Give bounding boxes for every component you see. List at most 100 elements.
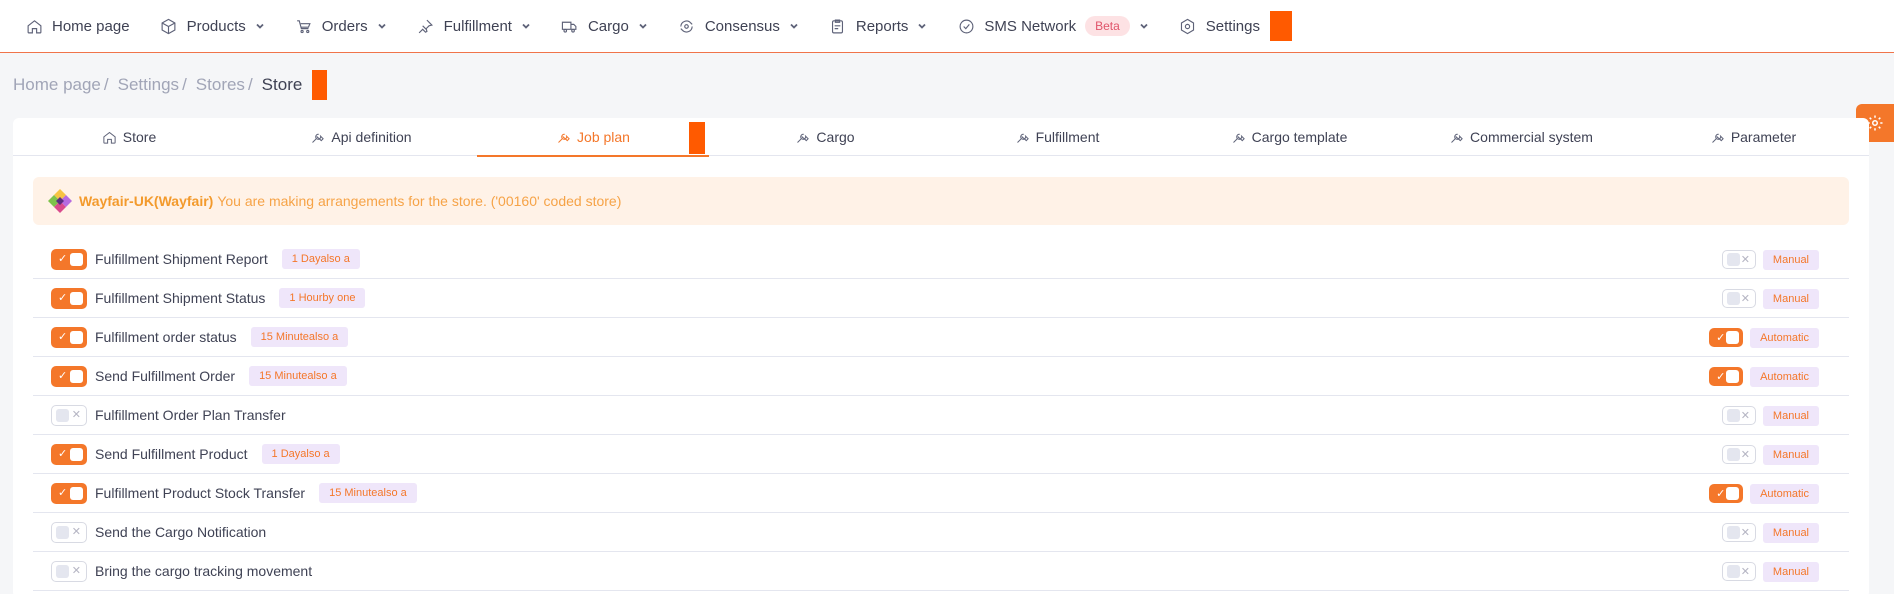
nav-item-orders[interactable]: Orders bbox=[295, 0, 387, 53]
job-mode-group: ✕ Manual bbox=[1721, 279, 1819, 318]
job-auto-toggle[interactable]: ✕ bbox=[1721, 406, 1756, 425]
job-name: Send the Cargo Notification bbox=[95, 524, 267, 540]
tab-api-definition[interactable]: Api definition bbox=[245, 118, 477, 156]
top-navigation: Home page Products Orders Fulfillment Cargo C… bbox=[0, 0, 1894, 53]
job-row: ✕ Send the Cargo Notification ✕ Manual bbox=[33, 513, 1849, 552]
wrench-icon bbox=[556, 130, 571, 145]
job-name: Send Fulfillment Order bbox=[95, 368, 236, 384]
tab-cargo-template[interactable]: Cargo template bbox=[1173, 118, 1405, 156]
breadcrumb-link[interactable]: Settings bbox=[118, 75, 179, 95]
tab-job-plan[interactable]: Job plan bbox=[477, 118, 709, 157]
redacted-block bbox=[1269, 11, 1292, 41]
clipboard-icon bbox=[829, 17, 847, 35]
x-icon: ✕ bbox=[1740, 410, 1750, 422]
job-name: Fulfillment Shipment Status bbox=[95, 290, 266, 306]
chevron-down-icon bbox=[789, 21, 799, 31]
check-icon: ✓ bbox=[58, 369, 68, 382]
job-frequency-badge: 1 Dayalso a bbox=[261, 444, 340, 464]
job-auto-toggle[interactable]: ✓ bbox=[1709, 367, 1744, 386]
job-enabled-toggle[interactable]: ✓ bbox=[51, 287, 87, 309]
job-enabled-toggle[interactable]: ✓ bbox=[51, 365, 87, 387]
tab-cargo[interactable]: Cargo bbox=[709, 118, 941, 156]
job-auto-toggle[interactable]: ✕ bbox=[1721, 250, 1756, 269]
nav-item-products[interactable]: Products bbox=[160, 0, 265, 53]
job-enabled-toggle[interactable]: ✕ bbox=[51, 560, 87, 582]
job-auto-toggle[interactable]: ✕ bbox=[1721, 289, 1756, 308]
job-auto-toggle[interactable]: ✕ bbox=[1721, 445, 1756, 464]
x-icon: ✕ bbox=[1740, 566, 1750, 578]
check-icon: ✓ bbox=[58, 486, 68, 499]
job-enabled-toggle[interactable]: ✓ bbox=[51, 326, 87, 348]
job-mode-badge: Automatic bbox=[1750, 483, 1819, 504]
nav-item-settings[interactable]: Settings bbox=[1179, 0, 1260, 53]
job-mode-group: ✓ Automatic bbox=[1709, 318, 1819, 357]
toggle-knob bbox=[56, 408, 69, 422]
x-icon: ✕ bbox=[1740, 449, 1750, 461]
job-enabled-toggle[interactable]: ✓ bbox=[51, 482, 87, 504]
job-name: Fulfillment Product Stock Transfer bbox=[95, 485, 306, 501]
job-enabled-toggle[interactable]: ✕ bbox=[51, 404, 87, 426]
toggle-knob bbox=[70, 252, 83, 266]
job-auto-toggle[interactable]: ✓ bbox=[1709, 484, 1744, 503]
tab-label: Parameter bbox=[1730, 129, 1797, 145]
job-frequency-badge: 15 Minutealso a bbox=[249, 366, 347, 386]
nav-item-fulfillment[interactable]: Fulfillment bbox=[417, 0, 531, 53]
tab-commercial-system[interactable]: Commercial system bbox=[1405, 118, 1637, 156]
job-name: Fulfillment Order Plan Transfer bbox=[95, 407, 286, 423]
box-icon bbox=[160, 17, 178, 35]
alert-store-name: Wayfair-UK(Wayfair) bbox=[79, 193, 214, 209]
nav-item-home-page[interactable]: Home page bbox=[25, 0, 130, 53]
job-row: ✕ Fulfillment Order Plan Transfer ✕ Manual bbox=[33, 396, 1849, 435]
nav-item-label: Fulfillment bbox=[443, 17, 512, 35]
x-icon: ✕ bbox=[1740, 527, 1750, 539]
job-mode-badge: Manual bbox=[1762, 249, 1819, 270]
chevron-down-icon bbox=[521, 21, 531, 31]
job-enabled-toggle[interactable]: ✕ bbox=[51, 521, 87, 543]
redacted-block bbox=[689, 122, 705, 154]
wrench-icon bbox=[1710, 130, 1725, 145]
gear-icon bbox=[1179, 17, 1197, 35]
job-frequency-badge: 1 Dayalso a bbox=[281, 249, 360, 269]
check-icon: ✓ bbox=[1716, 488, 1726, 500]
job-name: Bring the cargo tracking movement bbox=[95, 563, 313, 579]
chevron-down-icon bbox=[255, 21, 265, 31]
job-auto-toggle[interactable]: ✓ bbox=[1709, 328, 1744, 347]
store-alert: Wayfair-UK(Wayfair) You are making arran… bbox=[33, 177, 1849, 225]
job-auto-toggle[interactable]: ✕ bbox=[1721, 523, 1756, 542]
tab-label: Api definition bbox=[331, 129, 412, 145]
check-icon: ✓ bbox=[1716, 371, 1726, 383]
toggle-knob bbox=[56, 564, 69, 578]
job-auto-toggle[interactable]: ✕ bbox=[1721, 562, 1756, 581]
breadcrumb-link[interactable]: Home page bbox=[13, 75, 101, 95]
job-mode-group: ✕ Manual bbox=[1721, 396, 1819, 435]
nav-item-cargo[interactable]: Cargo bbox=[561, 0, 648, 53]
toggle-knob bbox=[70, 486, 83, 500]
toggle-knob bbox=[70, 291, 83, 305]
chevron-down-icon bbox=[917, 21, 927, 31]
x-icon: ✕ bbox=[1740, 254, 1750, 266]
tab-parameter[interactable]: Parameter bbox=[1637, 118, 1869, 156]
nav-item-label: Orders bbox=[321, 17, 368, 35]
nav-item-reports[interactable]: Reports bbox=[829, 0, 928, 53]
toggle-knob bbox=[70, 369, 83, 383]
nav-item-consensus[interactable]: Consensus bbox=[678, 0, 799, 53]
tab-fulfillment[interactable]: Fulfillment bbox=[941, 118, 1173, 156]
tab-label: Commercial system bbox=[1470, 129, 1593, 145]
x-icon: ✕ bbox=[71, 408, 81, 421]
alert-message: You are making arrangements for the stor… bbox=[217, 193, 622, 209]
nav-item-label: Reports bbox=[855, 17, 909, 35]
job-name: Fulfillment Shipment Report bbox=[95, 251, 268, 267]
nav-item-label: Consensus bbox=[704, 17, 780, 35]
job-enabled-toggle[interactable]: ✓ bbox=[51, 443, 87, 465]
tab-label: Store bbox=[122, 129, 157, 145]
breadcrumb-separator: / bbox=[182, 75, 187, 94]
home-icon bbox=[102, 130, 117, 145]
job-enabled-toggle[interactable]: ✓ bbox=[51, 248, 87, 270]
tab-store[interactable]: Store bbox=[13, 118, 245, 156]
wrench-icon bbox=[795, 130, 810, 145]
breadcrumb-link[interactable]: Stores bbox=[196, 75, 245, 95]
job-row: ✕ Bring the cargo tracking movement ✕ Manua… bbox=[33, 552, 1849, 591]
nav-item-sms-network[interactable]: SMS Network Beta bbox=[957, 0, 1148, 53]
breadcrumb-separator: / bbox=[103, 75, 109, 94]
pin-icon bbox=[417, 17, 435, 35]
